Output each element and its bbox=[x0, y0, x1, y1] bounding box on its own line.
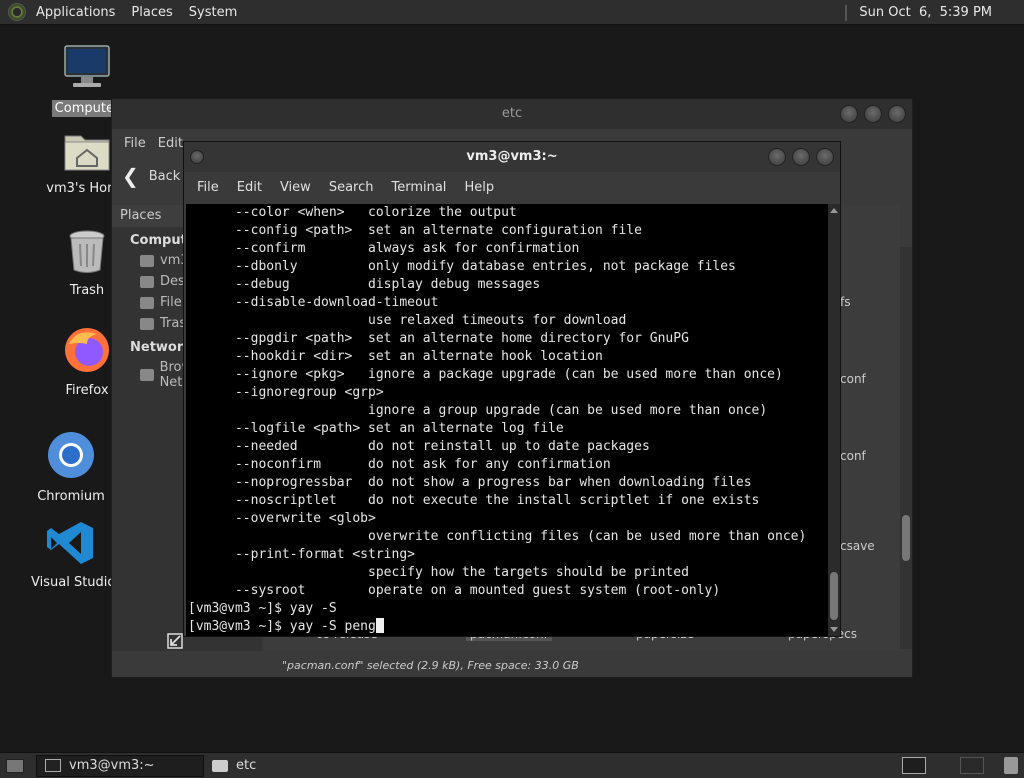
window-menu bbox=[190, 148, 204, 164]
file-item[interactable]: fs bbox=[840, 295, 850, 309]
scroll-up-arrow-icon[interactable] bbox=[830, 208, 838, 213]
close-button[interactable] bbox=[888, 105, 906, 123]
terminal-line: [vm3@vm3 ~]$ yay -S bbox=[188, 601, 337, 616]
drive-icon bbox=[140, 296, 154, 309]
terminal-line: --gpgdir <path> set an alternate home di… bbox=[188, 331, 689, 346]
term-menu-help[interactable]: Help bbox=[455, 180, 503, 195]
window-title: etc bbox=[112, 99, 912, 129]
task-etc[interactable]: etc bbox=[204, 755, 372, 777]
computer-icon bbox=[64, 45, 110, 87]
trash-icon bbox=[69, 230, 105, 273]
window-title: vm3@vm3:~ bbox=[184, 142, 840, 172]
back-arrow-icon[interactable]: ❮ bbox=[122, 164, 139, 188]
desktop-icon-vscode[interactable]: Visual Studio Code bbox=[16, 520, 153, 591]
desktop-icon-label: Firefox bbox=[65, 383, 109, 398]
term-menu-search[interactable]: Search bbox=[320, 180, 383, 195]
task-label: etc bbox=[236, 758, 257, 773]
terminal-line: specify how the targets should be printe… bbox=[188, 565, 689, 580]
terminal-line: --overwrite <glob> bbox=[188, 511, 376, 526]
bottom-panel: vm3@vm3:~ etc bbox=[0, 752, 1024, 778]
term-menu-view[interactable]: View bbox=[271, 180, 320, 195]
scroll-down-arrow-icon[interactable] bbox=[830, 627, 838, 632]
close-button[interactable] bbox=[816, 148, 834, 166]
file-item[interactable]: csave bbox=[840, 539, 875, 553]
file-item[interactable]: conf bbox=[840, 449, 866, 463]
terminal-line: ignore a group upgrade (can be used more… bbox=[188, 403, 768, 418]
top-panel: Applications Places System Sun Oct 6, 5:… bbox=[0, 0, 1024, 25]
system-menu[interactable]: System bbox=[181, 0, 245, 25]
term-menu-terminal[interactable]: Terminal bbox=[382, 180, 455, 195]
terminal-menubar: File Edit View Search Terminal Help bbox=[184, 172, 840, 202]
terminal-line: --ignore <pkg> ignore a package upgrade … bbox=[188, 367, 783, 382]
folder-icon bbox=[140, 275, 154, 288]
terminal-line: --confirm always ask for confirmation bbox=[188, 241, 580, 256]
trash-applet-icon[interactable] bbox=[1004, 757, 1018, 774]
terminal-line: --ignoregroup <grp> bbox=[188, 385, 384, 400]
file-item[interactable]: conf bbox=[840, 372, 866, 386]
minimize-button[interactable] bbox=[840, 105, 858, 123]
terminal-icon bbox=[45, 759, 61, 772]
fm-scrollbar[interactable] bbox=[900, 247, 912, 649]
task-terminal[interactable]: vm3@vm3:~ bbox=[36, 754, 204, 777]
workspace-2[interactable] bbox=[960, 757, 984, 774]
terminal-line: --config <path> set an alternate configu… bbox=[188, 223, 642, 238]
terminal-line: --disable-download-timeout bbox=[188, 295, 439, 310]
show-desktop-icon[interactable] bbox=[6, 758, 24, 773]
terminal-line: --noscriptlet do not execute the install… bbox=[188, 493, 760, 508]
window-menu-button[interactable] bbox=[190, 150, 204, 164]
window-controls bbox=[768, 148, 834, 166]
home-icon bbox=[140, 254, 154, 267]
terminal-scrollbar[interactable] bbox=[828, 204, 840, 636]
terminal-line: use relaxed timeouts for download bbox=[188, 313, 627, 328]
minimize-button[interactable] bbox=[768, 148, 786, 166]
term-menu-edit[interactable]: Edit bbox=[228, 180, 271, 195]
places-menu[interactable]: Places bbox=[123, 0, 180, 25]
applications-menu[interactable]: Applications bbox=[28, 0, 123, 25]
terminal-line: --hookdir <dir> set an alternate hook lo… bbox=[188, 349, 603, 364]
trash-icon bbox=[140, 317, 154, 330]
terminal-line: --noprogressbar do not show a progress b… bbox=[188, 475, 752, 490]
workspace-switcher[interactable] bbox=[902, 757, 926, 774]
terminal-line: --color <when> colorize the output bbox=[188, 205, 517, 220]
terminal-line: --dbonly only modify database entries, n… bbox=[188, 259, 736, 274]
chromium-icon bbox=[48, 432, 94, 478]
top-menu: Applications Places System bbox=[0, 0, 245, 24]
maximize-button[interactable] bbox=[792, 148, 810, 166]
folder-icon bbox=[212, 759, 228, 772]
scroll-thumb[interactable] bbox=[830, 572, 838, 620]
terminal-line: overwrite conflicting files (can be used… bbox=[188, 529, 807, 544]
firefox-icon bbox=[65, 328, 109, 372]
clock-area: Sun Oct 6, 5:39 PM bbox=[845, 0, 1024, 25]
desktop-icon-label: Chromium bbox=[37, 489, 105, 504]
home-folder-icon bbox=[64, 135, 110, 171]
link-arrow-icon bbox=[167, 633, 183, 649]
desktop-icon-label: Trash bbox=[69, 283, 105, 298]
desktop-icon-chromium[interactable]: Chromium bbox=[16, 430, 126, 505]
fm-statusbar: "pacman.conf" selected (2.9 kB), Free sp… bbox=[282, 659, 579, 672]
terminal-line: --needed do not reinstall up to date pac… bbox=[188, 439, 650, 454]
network-icon bbox=[140, 369, 154, 381]
terminal-output: --color <when> colorize the output --con… bbox=[188, 204, 828, 636]
distro-logo-icon[interactable] bbox=[8, 3, 26, 21]
back-button[interactable]: Back bbox=[149, 169, 181, 184]
window-controls bbox=[840, 105, 906, 123]
clock[interactable]: Sun Oct 6, 5:39 PM bbox=[855, 5, 1024, 20]
vscode-icon bbox=[47, 522, 93, 564]
task-label: vm3@vm3:~ bbox=[69, 758, 155, 773]
terminal-line: --debug display debug messages bbox=[188, 277, 541, 292]
panel-separator bbox=[845, 4, 851, 21]
maximize-button[interactable] bbox=[864, 105, 882, 123]
scroll-thumb[interactable] bbox=[902, 515, 910, 561]
text-cursor bbox=[375, 618, 384, 633]
fm-menu-file[interactable]: File bbox=[118, 136, 152, 151]
terminal-line: --logfile <path> set an alternate log fi… bbox=[188, 421, 564, 436]
terminal-line: --print-format <string> bbox=[188, 547, 415, 562]
terminal-line: --sysroot operate on a mounted guest sys… bbox=[188, 583, 721, 598]
terminal-prompt[interactable]: [vm3@vm3 ~]$ yay -S peng bbox=[188, 619, 376, 634]
terminal-screen[interactable]: --color <when> colorize the output --con… bbox=[186, 204, 828, 636]
terminal-line: --noconfirm do not ask for any confirmat… bbox=[188, 457, 611, 472]
term-menu-file[interactable]: File bbox=[188, 180, 228, 195]
terminal-window: vm3@vm3:~ File Edit View Search Terminal… bbox=[183, 141, 841, 637]
